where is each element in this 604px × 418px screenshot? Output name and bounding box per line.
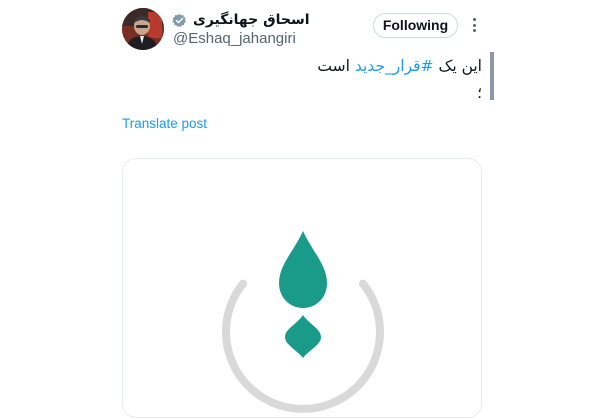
more-dot [472, 18, 476, 21]
post-text-prefix: این یک [433, 57, 482, 75]
post-media-card[interactable] [122, 158, 482, 418]
hashtag-link[interactable]: #قرار_جدید [355, 57, 434, 75]
author-avatar[interactable] [122, 8, 164, 50]
post-text-suffix: است [317, 57, 355, 75]
post-text-line1: این یک #قرار_جدید است [317, 57, 482, 75]
translate-post-link[interactable]: Translate post [122, 116, 207, 131]
text-quote-bar [490, 52, 494, 100]
author-name-row: اسحاق جهانگیری [172, 10, 310, 30]
author-handle[interactable]: @Eshaq_jahangiri [173, 30, 296, 47]
post-text-line2: ؛ [477, 84, 482, 102]
verified-badge-icon [172, 13, 186, 27]
avatar-photo [122, 8, 164, 50]
more-dot [472, 23, 476, 27]
more-options-icon[interactable] [466, 14, 482, 36]
following-button[interactable]: Following [373, 13, 458, 38]
flame-drop-icon [279, 231, 327, 308]
diamond-icon [285, 315, 321, 358]
more-dot [472, 29, 476, 32]
author-display-name[interactable]: اسحاق جهانگیری [193, 12, 310, 28]
media-logo-graphic [222, 231, 384, 413]
